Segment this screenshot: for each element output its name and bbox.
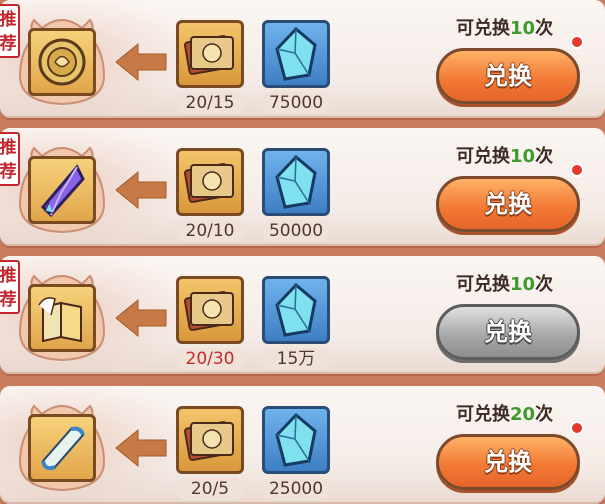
reward-item-slot[interactable] bbox=[28, 414, 96, 482]
limit-num: 10 bbox=[510, 18, 536, 39]
card-icon bbox=[184, 35, 234, 75]
blue-crystal-icon bbox=[275, 412, 317, 467]
crystal-amount: 15万 bbox=[262, 348, 330, 370]
coin-icon bbox=[38, 38, 86, 86]
blue-crystal-icon bbox=[275, 154, 317, 209]
card-count: 20/10 bbox=[176, 220, 244, 242]
limit-prefix: 可兑换 bbox=[456, 274, 510, 295]
crystal-amount: 75000 bbox=[262, 92, 330, 114]
card-item-slot[interactable] bbox=[176, 406, 244, 474]
exchange-row: 20/5 25000 可兑换20次 兑换 bbox=[0, 386, 605, 504]
card-count: 20/5 bbox=[176, 478, 244, 500]
card-icon bbox=[184, 421, 234, 461]
book-scroll-icon bbox=[38, 297, 82, 343]
crystal-amount: 50000 bbox=[262, 220, 330, 242]
reward-item-slot[interactable] bbox=[28, 156, 96, 224]
exchange-button[interactable]: 兑换 bbox=[436, 176, 580, 232]
card-item-slot[interactable] bbox=[176, 276, 244, 344]
exchange-button[interactable]: 兑换 bbox=[436, 434, 580, 490]
limit-suffix: 次 bbox=[535, 18, 554, 39]
crystal-item-slot[interactable] bbox=[262, 20, 330, 88]
limit-suffix: 次 bbox=[535, 146, 554, 167]
purple-crystal-icon bbox=[40, 164, 85, 218]
card-icon bbox=[184, 291, 234, 331]
limit-num: 10 bbox=[510, 146, 536, 167]
limit-suffix: 次 bbox=[535, 404, 554, 425]
arrow-left-icon bbox=[115, 170, 167, 210]
red-dot-badge bbox=[570, 163, 584, 177]
crystal-item-slot[interactable] bbox=[262, 406, 330, 474]
blue-crystal-icon bbox=[275, 26, 317, 81]
crystal-item-slot[interactable] bbox=[262, 148, 330, 216]
card-item-slot[interactable] bbox=[176, 20, 244, 88]
limit-prefix: 可兑换 bbox=[456, 18, 510, 39]
card-item-slot[interactable] bbox=[176, 148, 244, 216]
card-icon bbox=[184, 163, 234, 203]
red-dot-badge bbox=[570, 35, 584, 49]
crystal-amount: 25000 bbox=[262, 478, 330, 500]
limit-num: 10 bbox=[510, 274, 536, 295]
scroll-icon bbox=[41, 426, 85, 471]
limit-suffix: 次 bbox=[535, 274, 554, 295]
arrow-left-icon bbox=[115, 298, 167, 338]
arrow-left-icon bbox=[115, 42, 167, 82]
reward-item-slot[interactable] bbox=[28, 284, 96, 352]
red-dot-badge bbox=[570, 421, 584, 435]
card-count: 20/15 bbox=[176, 92, 244, 114]
exchange-row: 推 荐 20/15 75000 可兑换10次 兑换 bbox=[0, 0, 605, 118]
exchange-button-disabled[interactable]: 兑换 bbox=[436, 304, 580, 360]
limit-prefix: 可兑换 bbox=[456, 146, 510, 167]
exchange-row: 推 荐 20/30 15万 可兑换10次 兑换 bbox=[0, 256, 605, 374]
exchange-row: 推 荐 20/10 50000 可兑换10次 兑换 bbox=[0, 128, 605, 246]
crystal-item-slot[interactable] bbox=[262, 276, 330, 344]
exchange-button[interactable]: 兑换 bbox=[436, 48, 580, 104]
arrow-left-icon bbox=[115, 428, 167, 468]
limit-prefix: 可兑换 bbox=[456, 404, 510, 425]
blue-crystal-icon bbox=[275, 282, 317, 337]
card-count: 20/30 bbox=[176, 348, 244, 370]
reward-item-slot[interactable] bbox=[28, 28, 96, 96]
limit-num: 20 bbox=[510, 404, 536, 425]
exchange-limit: 可兑换10次 bbox=[456, 270, 596, 296]
